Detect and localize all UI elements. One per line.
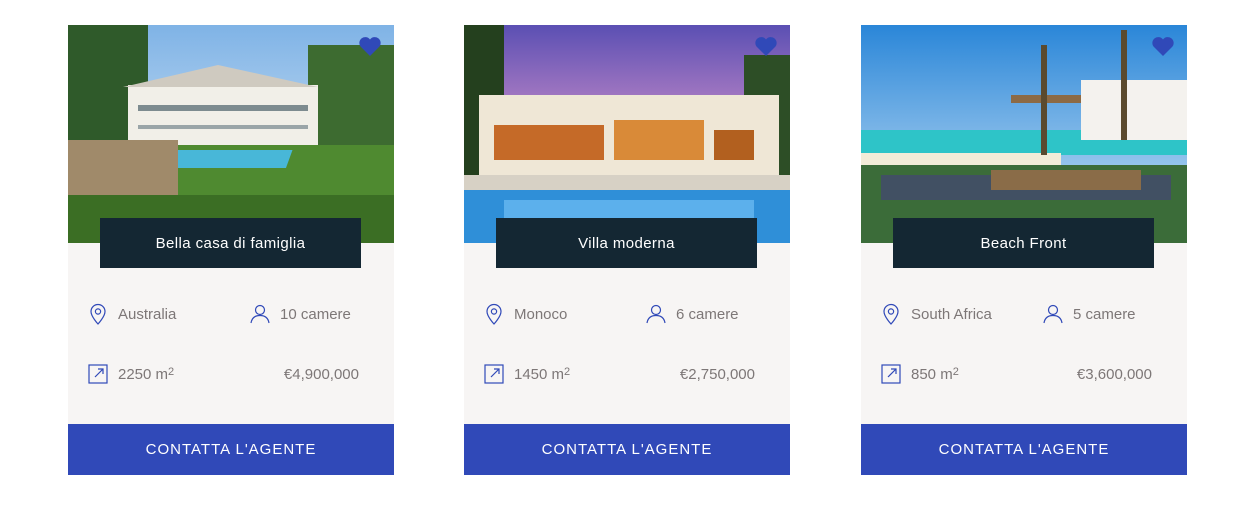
price: €4,900,000: [283, 365, 359, 383]
property-photo[interactable]: [68, 25, 394, 243]
favorite-heart-icon[interactable]: [1151, 35, 1175, 57]
property-title: Beach Front: [893, 218, 1154, 268]
location-text: Australia: [118, 305, 177, 323]
area-unit-superscript: 2: [564, 366, 571, 378]
area-icon: [484, 363, 504, 385]
area-unit-superscript: 2: [952, 366, 959, 378]
map-pin-icon: [881, 303, 901, 325]
location: Monoco: [484, 303, 646, 325]
location: South Africa: [881, 303, 1043, 325]
price: €3,600,000: [1076, 365, 1152, 383]
user-icon: [1043, 303, 1063, 325]
user-icon: [646, 303, 666, 325]
property-card: Beach Front South Africa 5 camere 850 m2…: [861, 25, 1187, 475]
area: 850 m2: [881, 363, 1043, 385]
property-photo[interactable]: [464, 25, 790, 243]
property-photo[interactable]: [861, 25, 1187, 243]
map-pin-icon: [484, 303, 504, 325]
property-card: Bella casa di famiglia Australia 10 came…: [68, 25, 394, 475]
area: 2250 m2: [88, 363, 250, 385]
location-text: Monoco: [514, 305, 568, 323]
favorite-heart-icon[interactable]: [754, 35, 778, 57]
contact-agent-button[interactable]: CONTATTA L'AGENTE: [861, 424, 1187, 475]
area: 1450 m2: [484, 363, 646, 385]
rooms: 5 camere: [1043, 303, 1152, 325]
rooms-text: 6 camere: [676, 305, 739, 323]
area-unit-superscript: 2: [168, 366, 175, 378]
rooms-text: 10 camere: [280, 305, 351, 323]
favorite-heart-icon[interactable]: [358, 35, 382, 57]
property-title: Villa moderna: [496, 218, 757, 268]
location-text: South Africa: [911, 305, 992, 323]
map-pin-icon: [88, 303, 108, 325]
price: €2,750,000: [679, 365, 755, 383]
property-title: Bella casa di famiglia: [100, 218, 361, 268]
location: Australia: [88, 303, 250, 325]
rooms: 10 camere: [250, 303, 359, 325]
contact-agent-button[interactable]: CONTATTA L'AGENTE: [68, 424, 394, 475]
area-text: 2250 m: [118, 365, 169, 383]
property-card: Villa moderna Monoco 6 camere 1450 m2 €2…: [464, 25, 790, 475]
area-text: 850 m: [911, 365, 953, 383]
rooms-text: 5 camere: [1073, 305, 1136, 323]
area-icon: [881, 363, 901, 385]
user-icon: [250, 303, 270, 325]
contact-agent-button[interactable]: CONTATTA L'AGENTE: [464, 424, 790, 475]
area-icon: [88, 363, 108, 385]
area-text: 1450 m: [514, 365, 565, 383]
rooms: 6 camere: [646, 303, 755, 325]
